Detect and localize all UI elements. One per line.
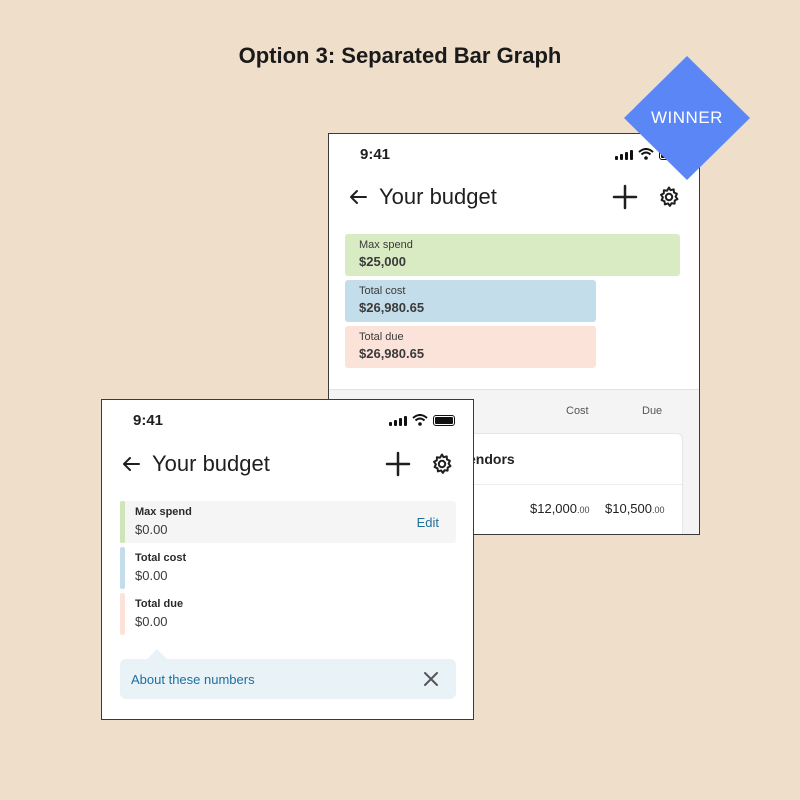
row-label: Total cost [135,552,187,564]
row-color-accent [120,593,125,635]
budget-row-total-due: Total due $0.00 [120,593,456,635]
gear-icon[interactable] [430,452,454,476]
budget-row-total-cost: Total cost $0.00 [120,547,456,589]
row-value: $0.00 [135,568,168,583]
battery-icon [433,415,455,426]
status-time: 9:41 [133,412,164,429]
add-icon[interactable] [385,451,411,477]
back-arrow-icon[interactable] [120,453,142,475]
about-numbers-link[interactable]: About these numbers [131,672,255,687]
back-arrow-icon[interactable] [347,186,369,208]
budget-row-max-spend: Max spend $0.00 Edit [120,501,456,543]
bar-value: $26,980.65 [359,300,425,315]
cost-amount: $12,000.00 [530,501,590,516]
gear-icon[interactable] [657,185,681,209]
bar-max-spend: Max spend $25,000 [345,234,680,276]
phone-mockup-default: 9:41 Your budget Max spend $0.00 Edit To… [101,399,474,720]
row-value: $0.00 [135,614,168,629]
bar-label: Total due [359,331,404,343]
column-header-due: Due [642,405,663,417]
wifi-icon [412,414,428,426]
status-bar: 9:41 [102,400,473,440]
bar-value: $26,980.65 [359,346,425,361]
bar-label: Max spend [359,239,413,251]
row-color-accent [120,501,125,543]
due-amount: $10,500.00 [605,501,665,516]
tooltip-notch [147,649,167,669]
row-value: $0.00 [135,522,168,537]
winner-badge: WINNER [624,56,750,180]
row-label: Max spend [135,506,192,518]
signal-icon [389,415,407,426]
winner-label: WINNER [651,108,723,127]
row-color-accent [120,547,125,589]
row-label: Total due [135,598,184,610]
edit-link[interactable]: Edit [417,515,439,530]
vendor-group-title: endors [468,451,515,467]
nav-bar: Your budget [329,177,699,217]
status-time: 9:41 [360,146,391,163]
column-header-cost: Cost [566,405,589,417]
bar-label: Total cost [359,285,406,297]
bar-total-due: Total due $26,980.65 [345,326,596,368]
status-icons [389,414,455,426]
bar-total-cost: Total cost $26,980.65 [345,280,596,322]
screen-title: Your budget [379,184,497,209]
screen-title: Your budget [152,451,270,476]
about-numbers-banner: About these numbers [120,649,456,699]
close-icon[interactable] [422,670,440,688]
nav-bar: Your budget [102,444,473,484]
add-icon[interactable] [612,184,638,210]
bar-value: $25,000 [359,254,406,269]
